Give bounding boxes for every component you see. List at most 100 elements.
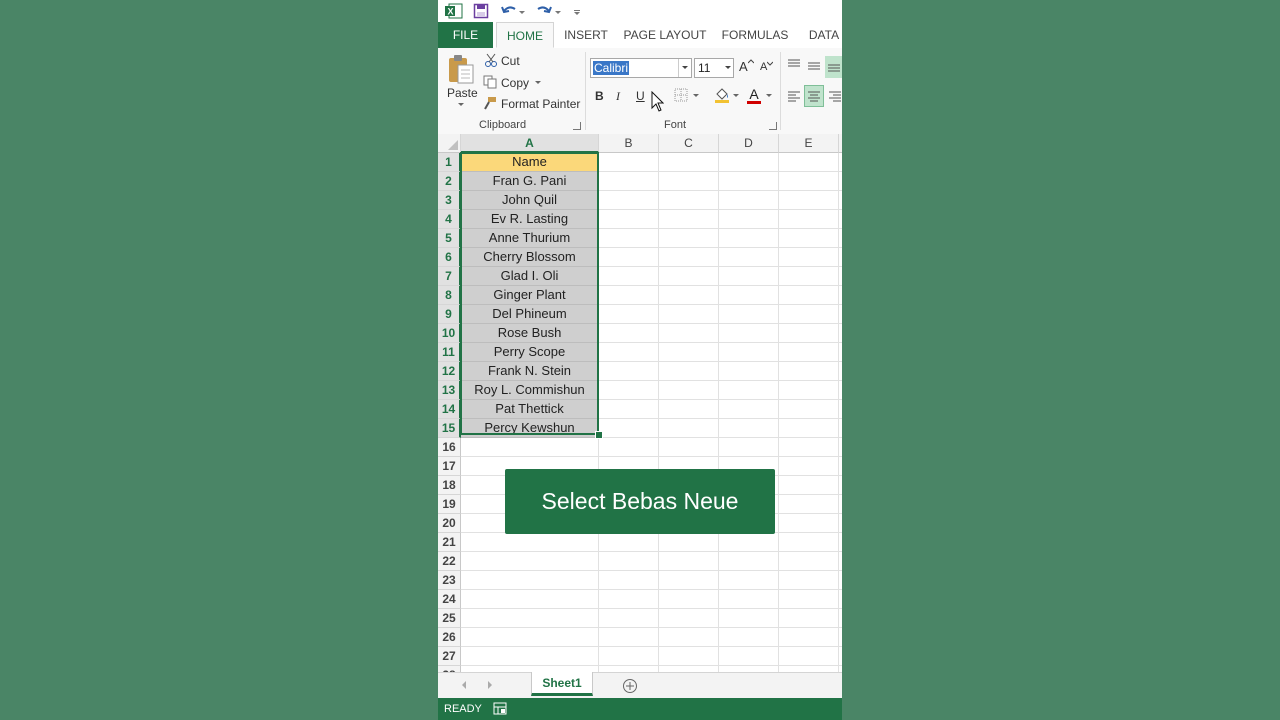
grid-cell[interactable]: [599, 438, 659, 457]
grid-cell[interactable]: [599, 248, 659, 267]
grid-cell[interactable]: [779, 153, 839, 172]
font-name-combobox[interactable]: Calibri: [590, 58, 692, 78]
name-cell[interactable]: John Quil: [461, 191, 599, 210]
grid-cell[interactable]: [839, 609, 842, 628]
paste-dropdown-icon[interactable]: [457, 101, 465, 109]
grid-cell[interactable]: [839, 457, 842, 476]
grid-cell[interactable]: [839, 267, 842, 286]
grid-cell[interactable]: [839, 419, 842, 438]
align-bottom-icon[interactable]: [825, 56, 842, 78]
grid-cell[interactable]: [659, 153, 719, 172]
grid-cell[interactable]: [839, 324, 842, 343]
tab-page-layout[interactable]: PAGE LAYOUT: [622, 22, 708, 48]
grid-cell[interactable]: [839, 438, 842, 457]
fill-handle[interactable]: [595, 431, 603, 439]
grid-cell[interactable]: [719, 647, 779, 666]
row-header[interactable]: 15: [438, 419, 461, 438]
grid-cell[interactable]: [839, 571, 842, 590]
grid-cell[interactable]: [659, 400, 719, 419]
bold-button[interactable]: B: [595, 89, 604, 103]
grid-cell[interactable]: [839, 172, 842, 191]
row-header[interactable]: 2: [438, 172, 461, 191]
column-header-d[interactable]: D: [719, 134, 779, 153]
grid-cell[interactable]: [839, 248, 842, 267]
grid-cell[interactable]: [599, 305, 659, 324]
row-header[interactable]: 26: [438, 628, 461, 647]
fill-color-dropdown-icon[interactable]: [732, 92, 740, 100]
name-cell[interactable]: Perry Scope: [461, 343, 599, 362]
font-name-dropdown-icon[interactable]: [678, 59, 691, 77]
grid-cell[interactable]: [659, 362, 719, 381]
grid-cell[interactable]: [599, 552, 659, 571]
grow-font-button[interactable]: A: [739, 59, 748, 74]
grid-cell[interactable]: [779, 419, 839, 438]
name-cell[interactable]: Roy L. Commishun: [461, 381, 599, 400]
row-header[interactable]: 5: [438, 229, 461, 248]
grid-cell[interactable]: [599, 286, 659, 305]
grid-cell[interactable]: [599, 609, 659, 628]
grid-cell[interactable]: [659, 248, 719, 267]
grid-cell[interactable]: [659, 343, 719, 362]
grid-cell[interactable]: [599, 628, 659, 647]
align-center-icon[interactable]: [804, 85, 824, 107]
font-color-button[interactable]: A: [747, 87, 761, 104]
grid-cell[interactable]: [659, 647, 719, 666]
grid-cell[interactable]: [659, 229, 719, 248]
cut-button[interactable]: Cut: [501, 54, 520, 68]
grid-cell[interactable]: [599, 172, 659, 191]
grid-cell[interactable]: [839, 533, 842, 552]
font-name-value[interactable]: Calibri: [593, 61, 630, 75]
grid-cell[interactable]: [659, 286, 719, 305]
font-size-combobox[interactable]: 11: [694, 58, 734, 78]
grid-cell[interactable]: [839, 552, 842, 571]
grid-cell[interactable]: [461, 628, 599, 647]
grid-cell[interactable]: [659, 172, 719, 191]
format-painter-icon[interactable]: [483, 96, 497, 110]
copy-dropdown-icon[interactable]: [534, 79, 542, 87]
borders-icon[interactable]: [674, 88, 688, 102]
grid-cell[interactable]: [779, 343, 839, 362]
column-header-e[interactable]: E: [779, 134, 839, 153]
grid-cell[interactable]: [461, 647, 599, 666]
grid-cell[interactable]: [461, 438, 599, 457]
row-header[interactable]: 18: [438, 476, 461, 495]
grid-cell[interactable]: [599, 362, 659, 381]
clipboard-launcher-icon[interactable]: [573, 122, 581, 130]
name-cell[interactable]: Rose Bush: [461, 324, 599, 343]
grid-cell[interactable]: [779, 571, 839, 590]
grid-cell[interactable]: [779, 400, 839, 419]
font-size-dropdown-icon[interactable]: [723, 59, 733, 77]
grid-cell[interactable]: [839, 476, 842, 495]
grid-cell[interactable]: [659, 305, 719, 324]
copy-button[interactable]: Copy: [501, 76, 529, 90]
grid-cell[interactable]: [839, 590, 842, 609]
column-header-b[interactable]: B: [599, 134, 659, 153]
grid-cell[interactable]: [599, 210, 659, 229]
grid-cell[interactable]: [719, 400, 779, 419]
font-size-value[interactable]: 11: [698, 61, 710, 75]
grid-cell[interactable]: [659, 552, 719, 571]
grid-cell[interactable]: [719, 191, 779, 210]
paste-button[interactable]: Paste: [447, 86, 478, 100]
grid-cell[interactable]: [779, 286, 839, 305]
grid-cell[interactable]: [839, 343, 842, 362]
grid-cell[interactable]: [719, 552, 779, 571]
row-header[interactable]: 1: [438, 153, 461, 172]
underline-button[interactable]: U: [636, 89, 645, 103]
grid-cell[interactable]: [839, 628, 842, 647]
grid-cell[interactable]: [779, 514, 839, 533]
sheet-tab-sheet1[interactable]: Sheet1: [531, 672, 593, 696]
grid-cell[interactable]: [839, 400, 842, 419]
grid-cell[interactable]: [659, 267, 719, 286]
grid-cell[interactable]: [719, 419, 779, 438]
grid-cell[interactable]: [779, 590, 839, 609]
row-header[interactable]: 21: [438, 533, 461, 552]
grid-cell[interactable]: [839, 229, 842, 248]
grid-cell[interactable]: [719, 153, 779, 172]
grid-cell[interactable]: [779, 172, 839, 191]
grid-cell[interactable]: [839, 286, 842, 305]
grid-cell[interactable]: [719, 533, 779, 552]
grid-cell[interactable]: [599, 153, 659, 172]
grid-cell[interactable]: [719, 305, 779, 324]
grid-cell[interactable]: [779, 267, 839, 286]
